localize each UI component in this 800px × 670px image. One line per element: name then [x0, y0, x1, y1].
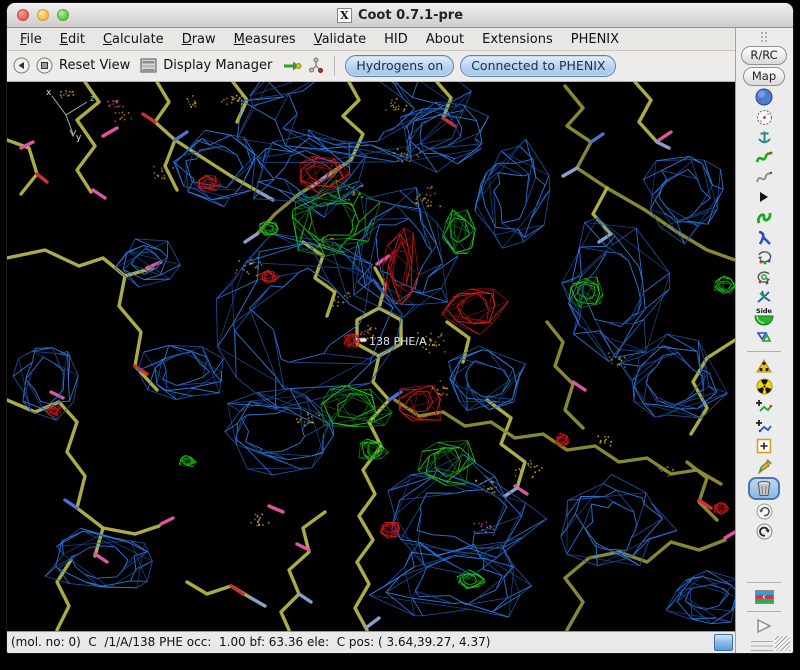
titlebar[interactable]: X Coot 0.7.1-pre [7, 3, 793, 28]
window-title-text: Coot 0.7.1-pre [358, 8, 463, 23]
zoom-button[interactable] [57, 9, 69, 21]
svg-text:138 PHE/A: 138 PHE/A [369, 335, 427, 348]
svg-text:y: y [76, 133, 82, 143]
menu-validate[interactable]: Validate [305, 30, 375, 49]
jiggle-fit-button[interactable] [755, 587, 774, 607]
rot-trans-icon [755, 229, 773, 246]
close-button[interactable] [17, 9, 29, 21]
statusbar-lines [751, 641, 773, 651]
menu-extensions[interactable]: Extensions [473, 30, 562, 49]
menu-phenix[interactable]: PHENIX [562, 30, 628, 49]
reset-view-button[interactable]: Reset View [59, 58, 130, 73]
atom-status-text: (mol. no: 0) C /1/A/138 PHE occ: 1.00 bf… [7, 635, 711, 649]
add-terminal-icon [755, 398, 773, 414]
add-terminal-residue-button[interactable] [755, 396, 773, 416]
phenix-connection-button[interactable]: Connected to PHENIX [460, 55, 616, 77]
sidebar-separator [747, 582, 781, 583]
menu-measures[interactable]: Measures [225, 30, 305, 49]
menu-calculate[interactable]: Calculate [94, 30, 173, 49]
rrc-button[interactable]: R/RC [741, 46, 786, 65]
coot-window: X Coot 0.7.1-pre FileEditCalculateDrawMe… [7, 3, 793, 653]
auto-fit-rotamer-button[interactable] [755, 247, 773, 267]
redo-icon [756, 523, 773, 540]
mutate-autofit-button[interactable] [755, 356, 773, 376]
recentre-button[interactable] [756, 107, 773, 127]
side-half-sphere-icon [754, 315, 774, 326]
radiation-icon [756, 378, 773, 395]
fixed-atoms-button[interactable] [758, 187, 770, 207]
toolbar-handle-icon[interactable] [759, 31, 769, 43]
undo-button[interactable] [756, 501, 773, 521]
anchor-icon [756, 129, 773, 146]
svg-text:x: x [46, 88, 52, 98]
back-view-icon[interactable] [13, 57, 30, 74]
side-chain-180-button[interactable]: Side [754, 307, 774, 327]
svg-text:z: z [90, 94, 95, 104]
paintbrush-icon [756, 458, 773, 475]
model-fit-refine-sidebar: R/RC Map [735, 28, 792, 653]
auto-rotamer-icon [755, 249, 773, 266]
delete-item-button[interactable] [748, 477, 780, 500]
window-title: X Coot 0.7.1-pre [337, 8, 463, 23]
add-alt-conf-button[interactable] [755, 416, 773, 436]
rotamer-icon [755, 269, 773, 286]
real-space-refine-button[interactable] [755, 147, 773, 167]
status-row: (mol. no: 0) C /1/A/138 PHE occ: 1.00 bf… [7, 631, 735, 653]
rigid-body-icon [755, 209, 773, 226]
map-button[interactable]: Map [743, 67, 785, 86]
rot-trans-button[interactable] [755, 227, 773, 247]
run-script-button[interactable] [755, 616, 773, 636]
sidebar-separator [747, 611, 781, 612]
menu-draw[interactable]: Draw [173, 30, 225, 49]
torsion-icon [755, 289, 773, 306]
anchor-button[interactable] [756, 127, 773, 147]
place-atom-icon [756, 438, 772, 454]
undo-icon [756, 503, 773, 520]
play-icon [758, 191, 770, 203]
menu-hid[interactable]: HID [375, 30, 417, 49]
trash-icon [756, 480, 772, 497]
molecule-icon[interactable] [308, 57, 324, 74]
simple-mutate-button[interactable] [756, 376, 773, 396]
electron-density-scene[interactable]: x z y 138 PHE/A [7, 82, 735, 631]
sidebar-separator [747, 351, 781, 352]
minimize-button[interactable] [37, 9, 49, 21]
rigid-body-fit-button[interactable] [755, 207, 773, 227]
regularize-zone-icon [755, 169, 773, 186]
resize-grip[interactable] [775, 636, 790, 651]
reset-view-icon[interactable] [36, 57, 53, 74]
recentre-icon [756, 109, 773, 126]
play-outline-icon [755, 618, 773, 634]
molecular-viewport[interactable]: x z y 138 PHE/A [7, 82, 735, 631]
toolbar-separator [334, 56, 335, 76]
menu-file[interactable]: File [11, 30, 51, 49]
menubar: FileEditCalculateDrawMeasuresValidateHID… [7, 28, 735, 51]
display-manager-icon[interactable] [140, 58, 157, 73]
place-atom-button[interactable] [756, 436, 772, 456]
flip-peptide-button[interactable] [755, 327, 773, 347]
flag-icon [755, 590, 774, 604]
globe-display-button[interactable] [755, 87, 773, 107]
menu-about[interactable]: About [417, 30, 473, 49]
horizontal-scrollbar[interactable] [711, 633, 735, 651]
regularize-zone-button[interactable] [755, 167, 773, 187]
rotamers-button[interactable] [755, 267, 773, 287]
display-manager-button[interactable]: Display Manager [163, 58, 272, 73]
add-alt-conf-icon [755, 418, 773, 434]
mutate-triangle-icon [755, 358, 773, 374]
hydrogens-toggle-button[interactable]: Hydrogens on [345, 55, 454, 77]
scrollbar-thumb[interactable] [714, 634, 733, 651]
redo-button[interactable] [756, 521, 773, 541]
clear-pending-button[interactable] [756, 456, 773, 476]
menu-edit[interactable]: Edit [51, 30, 94, 49]
go-arrow-icon[interactable] [282, 58, 302, 73]
x11-icon: X [337, 8, 352, 23]
flip-peptide-icon [755, 329, 773, 345]
toolbar: Reset View Display Manager [7, 51, 735, 82]
globe-icon [755, 88, 773, 106]
torsion-general-button[interactable] [755, 287, 773, 307]
refine-zone-icon [755, 149, 773, 166]
